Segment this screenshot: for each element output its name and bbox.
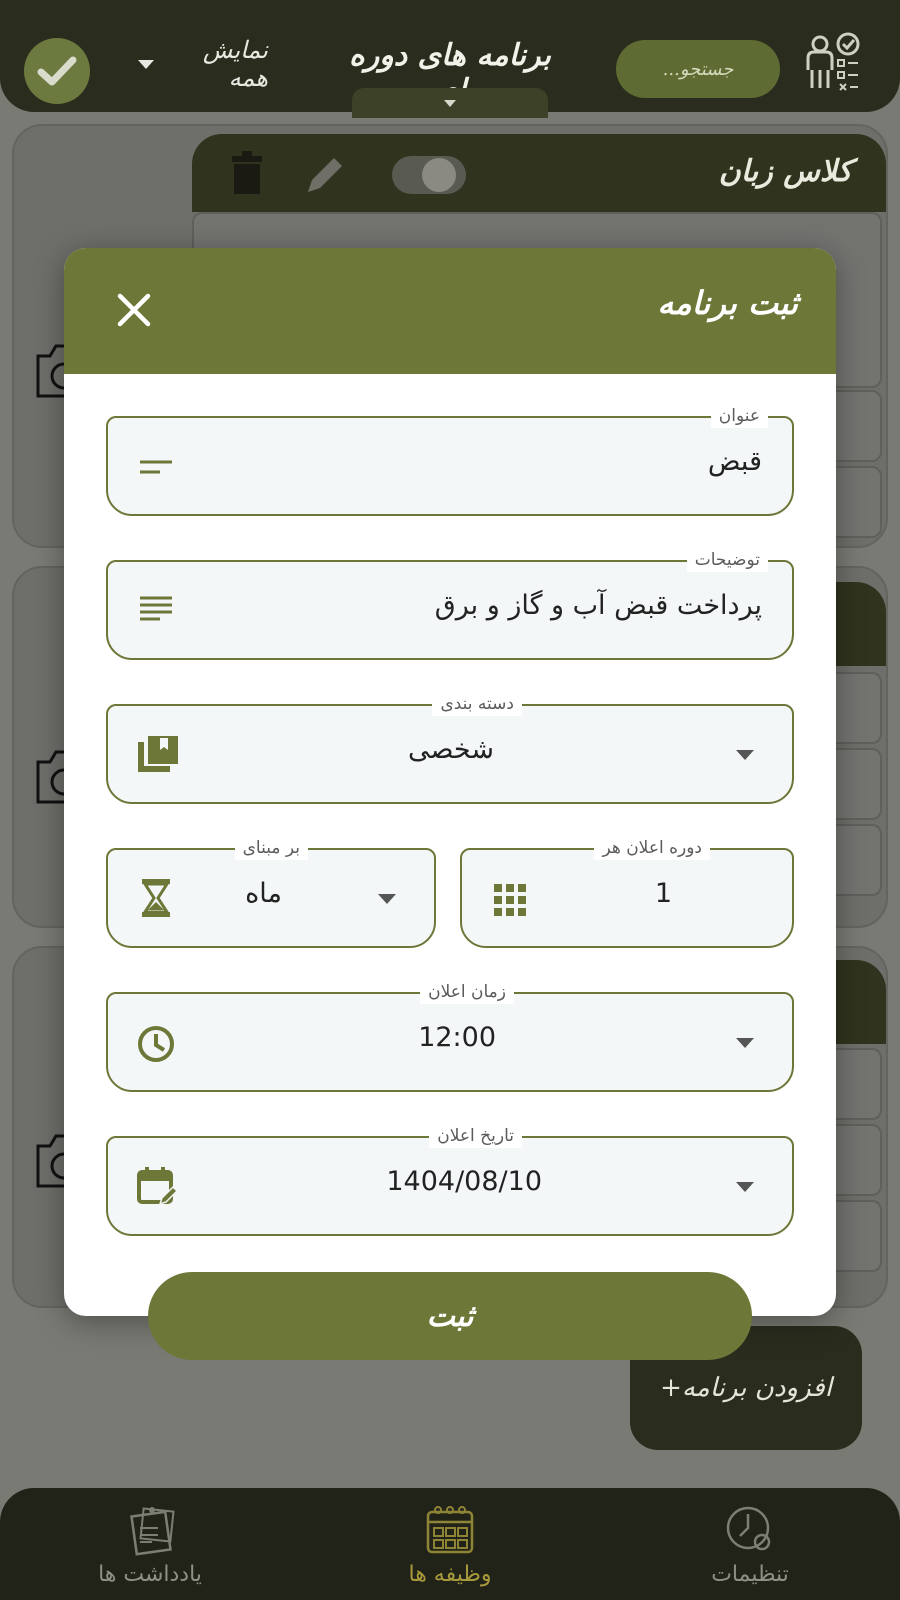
calendar-edit-icon	[137, 1167, 179, 1206]
time-dropdown[interactable]: زمان اعلان 12:00	[106, 980, 794, 1092]
page-title: برنامه های دوره ای	[349, 38, 551, 108]
card-header: کلاس زبان	[192, 134, 886, 212]
nav-item-settings[interactable]: تنظیمات	[650, 1488, 850, 1600]
edit-pencil-icon[interactable]	[304, 152, 348, 196]
filter-dropdown[interactable]: نمایش همه	[138, 36, 268, 92]
short-text-icon	[140, 460, 172, 474]
clock-icon	[138, 1026, 174, 1062]
chevron-down-icon	[736, 1038, 754, 1048]
active-toggle[interactable]	[392, 156, 466, 194]
dialog-header: ثبت برنامه	[64, 248, 836, 374]
top-app-bar: نمایش همه برنامه های دوره ای جستجو...	[0, 0, 900, 118]
chevron-down-icon	[736, 1182, 754, 1192]
title-field-label: عنوان	[710, 404, 768, 428]
notes-icon	[130, 1507, 175, 1556]
number-grid-icon	[494, 884, 526, 916]
bottom-navigation: تنظیمات وظیفه ها یادداشت ها	[0, 1488, 900, 1600]
add-program-dialog: ثبت برنامه عنوان قبض توضیحات پرداخت قبض …	[64, 248, 836, 1316]
basis-dropdown-value: ماه	[245, 878, 282, 909]
filter-label: نمایش همه	[202, 36, 268, 92]
interval-field-label: دوره اعلان هر	[594, 836, 710, 860]
submit-button[interactable]: ثبت	[148, 1272, 752, 1360]
interval-field[interactable]: دوره اعلان هر 1	[460, 836, 794, 948]
hourglass-icon	[142, 879, 170, 917]
time-dropdown-value: 12:00	[418, 1022, 496, 1053]
basis-dropdown[interactable]: بر مبنای ماه	[106, 836, 436, 948]
time-dropdown-label: زمان اعلان	[420, 980, 514, 1004]
title-expand-tab[interactable]	[352, 88, 548, 118]
description-field-label: توضیحات	[686, 548, 768, 572]
basis-dropdown-label: بر مبنای	[234, 836, 308, 860]
chevron-down-icon	[378, 894, 396, 904]
nav-item-notes[interactable]: یادداشت ها	[50, 1488, 250, 1600]
date-dropdown-value: 1404/08/10	[386, 1166, 542, 1197]
category-library-icon	[138, 736, 178, 772]
check-icon	[37, 56, 77, 86]
card-title: کلاس زبان	[718, 154, 852, 189]
trash-icon[interactable]	[228, 150, 266, 196]
notes-lines-icon	[140, 596, 172, 621]
title-field-value: قبض	[707, 446, 762, 477]
nav-item-tasks[interactable]: وظیفه ها	[350, 1488, 550, 1600]
dialog-title: ثبت برنامه	[657, 284, 798, 322]
date-dropdown-label: تاریخ اعلان	[429, 1124, 522, 1148]
settings-clock-icon	[726, 1506, 771, 1551]
nav-label-notes: یادداشت ها	[98, 1562, 202, 1587]
category-dropdown[interactable]: دسته بندی شخصی	[106, 692, 794, 804]
category-dropdown-label: دسته بندی	[432, 692, 522, 716]
chevron-down-icon	[444, 99, 456, 107]
nav-label-tasks: وظیفه ها	[408, 1562, 492, 1587]
interval-field-value: 1	[654, 878, 672, 909]
title-field[interactable]: عنوان قبض	[106, 404, 794, 516]
description-field-value: پرداخت قبض آب و گاز و برق	[434, 590, 762, 621]
user-tasks-icon[interactable]	[800, 30, 864, 94]
chevron-down-icon	[138, 59, 154, 69]
description-field[interactable]: توضیحات پرداخت قبض آب و گاز و برق	[106, 548, 794, 660]
date-dropdown[interactable]: تاریخ اعلان 1404/08/10	[106, 1124, 794, 1236]
confirm-check-button[interactable]	[24, 38, 90, 104]
chevron-down-icon	[736, 750, 754, 760]
category-dropdown-value: شخصی	[408, 734, 494, 765]
nav-label-settings: تنظیمات	[711, 1562, 789, 1587]
search-input[interactable]: جستجو...	[616, 40, 780, 98]
calendar-grid-icon	[426, 1506, 474, 1554]
close-icon[interactable]	[112, 288, 156, 332]
